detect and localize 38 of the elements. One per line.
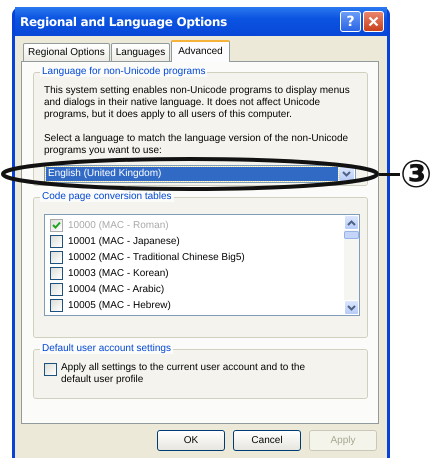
check-icon [52,221,61,229]
checkbox[interactable] [50,298,63,312]
close-icon [368,16,379,27]
vertical-scrollbar[interactable] [344,215,359,315]
leader-line [379,172,400,176]
checkbox[interactable] [50,250,63,264]
chevron-down-icon [342,171,351,177]
list-item-label: 10005 (MAC - Hebrew) [68,300,171,310]
tab[interactable]: Advanced [171,40,230,62]
checkbox[interactable] [44,363,57,376]
dialog-button[interactable]: Cancel [233,430,301,451]
list-item-label: 10004 (MAC - Arabic) [68,284,164,294]
window-title: Regional and Language Options [20,14,227,28]
scroll-thumb[interactable] [344,231,359,239]
list-item-label: 10003 (MAC - Korean) [68,268,169,278]
checkbox[interactable] [50,234,63,248]
tab[interactable]: Regional Options [23,43,110,61]
group-title: Code page conversion tables [40,191,174,202]
checkbox[interactable] [50,266,63,280]
dropdown-value: English (United Kingdom) [46,167,338,181]
language-dropdown[interactable]: English (United Kingdom) [44,165,356,183]
chevron-down-icon [347,304,356,310]
dialog-button[interactable]: OK [157,430,225,451]
callout-number: ③ [400,153,432,195]
list-item-label: 10001 (MAC - Japanese) [68,236,180,246]
group-title: Language for non-Unicode programs [40,66,208,77]
list-item-label: 10000 (MAC - Roman) [68,220,169,230]
scroll-up-button[interactable] [344,215,359,230]
close-button[interactable] [363,11,384,32]
prompt-text: Select a language to match the language version of the non-Unicode programs you want to use: [44,133,350,157]
checkbox[interactable] [50,282,63,296]
chevron-up-icon [347,220,356,226]
list-item-label: 10002 (MAC - Traditional Chinese Big5) [68,252,245,262]
description-text: This system setting enables non-Unicode programs to display menus and dialogs in their native language. It does not affect Unicode programs, but it does apply to all users of this computer. [44,85,351,121]
group-title: Default user account settings [40,343,173,354]
scroll-down-button[interactable] [344,300,359,315]
tab[interactable]: Languages [110,43,170,61]
checkbox-label: Apply all settings to the current user account and to the default user profile [61,362,306,386]
